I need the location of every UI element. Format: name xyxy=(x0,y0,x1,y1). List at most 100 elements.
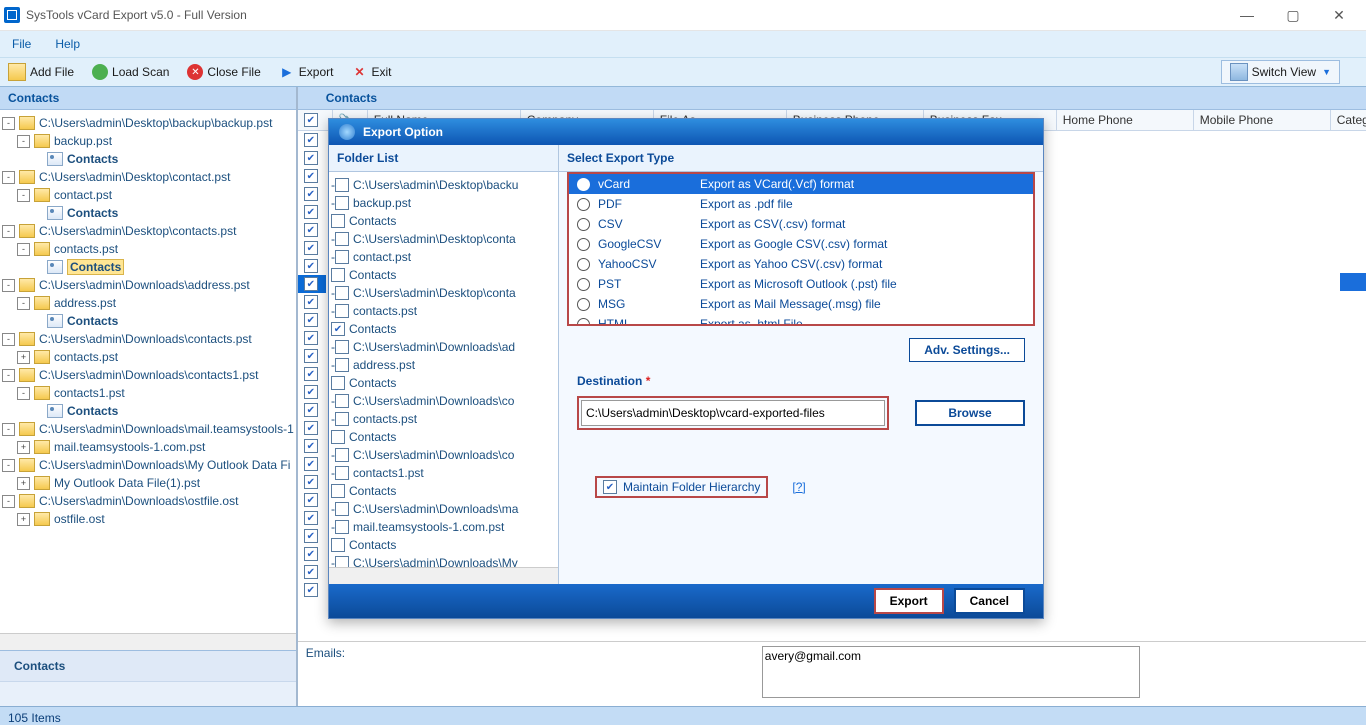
row-checkbox[interactable] xyxy=(304,277,318,291)
folder-tree-node[interactable]: - C:\Users\admin\Downloads\co xyxy=(331,446,556,464)
folder-checkbox[interactable] xyxy=(335,466,349,480)
tree-node[interactable]: Contacts xyxy=(2,312,294,330)
tree-toggle-icon[interactable]: - xyxy=(2,117,15,130)
tree-toggle-icon[interactable]: - xyxy=(17,189,30,202)
row-checkbox-cell[interactable] xyxy=(298,239,326,257)
row-checkbox-cell[interactable] xyxy=(298,545,326,563)
row-checkbox-cell[interactable] xyxy=(298,167,326,185)
close-button[interactable]: ✕ xyxy=(1316,0,1362,30)
tree-node[interactable]: -contacts1.pst xyxy=(2,384,294,402)
folder-tree-node[interactable]: - mail.teamsystools-1.com.pst xyxy=(331,518,556,536)
maintain-hierarchy-checkbox[interactable] xyxy=(603,480,617,494)
row-checkbox-cell[interactable] xyxy=(298,401,326,419)
folder-tree-node[interactable]: - contacts1.pst xyxy=(331,464,556,482)
row-checkbox-cell[interactable] xyxy=(298,185,326,203)
row-checkbox-cell[interactable] xyxy=(298,491,326,509)
emails-textarea[interactable] xyxy=(762,646,1140,698)
row-checkbox-cell[interactable] xyxy=(298,419,326,437)
row-checkbox[interactable] xyxy=(304,583,318,597)
row-checkbox-cell[interactable] xyxy=(298,149,326,167)
folder-tree-node[interactable]: - C:\Users\admin\Downloads\ma xyxy=(331,500,556,518)
folder-checkbox[interactable] xyxy=(335,286,349,300)
row-checkbox[interactable] xyxy=(304,259,318,273)
folder-checkbox[interactable] xyxy=(335,304,349,318)
row-checkbox-cell[interactable] xyxy=(298,383,326,401)
help-link[interactable]: [?] xyxy=(792,480,805,494)
tree-node[interactable]: Contacts xyxy=(2,402,294,420)
folder-tree-node[interactable]: - contacts.pst xyxy=(331,410,556,428)
tree-node[interactable]: -C:\Users\admin\Downloads\My Outlook Dat… xyxy=(2,456,294,474)
tree-toggle-icon[interactable]: - xyxy=(2,279,15,292)
column-header[interactable]: Home Phone xyxy=(1057,110,1194,130)
row-checkbox[interactable] xyxy=(304,241,318,255)
row-checkbox[interactable] xyxy=(304,313,318,327)
exit-button[interactable]: ✕Exit xyxy=(351,64,391,80)
nav-footer-contacts[interactable]: Contacts xyxy=(0,650,296,681)
row-checkbox-cell[interactable] xyxy=(298,437,326,455)
row-checkbox[interactable] xyxy=(304,367,318,381)
row-checkbox[interactable] xyxy=(304,565,318,579)
row-checkbox-cell[interactable] xyxy=(298,293,326,311)
tree-node[interactable]: +My Outlook Data File(1).pst xyxy=(2,474,294,492)
export-type-list[interactable]: vCardExport as VCard(.Vcf) formatPDFExpo… xyxy=(567,172,1035,326)
folder-tree-node[interactable]: Contacts xyxy=(331,320,556,338)
close-file-button[interactable]: ✕Close File xyxy=(187,64,260,80)
folder-tree-scrollbar[interactable] xyxy=(329,567,558,584)
tree-node[interactable]: -contacts.pst xyxy=(2,240,294,258)
tree-node[interactable]: -C:\Users\admin\Desktop\contact.pst xyxy=(2,168,294,186)
column-header[interactable]: Mobile Phone xyxy=(1194,110,1331,130)
add-file-button[interactable]: Add File xyxy=(8,63,74,81)
column-header[interactable]: Categories xyxy=(1331,110,1366,130)
row-checkbox-cell[interactable] xyxy=(298,581,326,599)
tree-node[interactable]: -backup.pst xyxy=(2,132,294,150)
folder-checkbox[interactable] xyxy=(335,394,349,408)
dialog-cancel-button[interactable]: Cancel xyxy=(954,588,1025,614)
adv-settings-button[interactable]: Adv. Settings... xyxy=(909,338,1025,362)
folder-tree-node[interactable]: Contacts xyxy=(331,536,556,554)
row-checkbox[interactable] xyxy=(304,187,318,201)
row-checkbox[interactable] xyxy=(304,421,318,435)
folder-checkbox[interactable] xyxy=(335,412,349,426)
row-checkbox-cell[interactable] xyxy=(298,203,326,221)
folder-checkbox[interactable] xyxy=(335,448,349,462)
row-checkbox-cell[interactable] xyxy=(298,131,326,149)
folder-checkbox[interactable] xyxy=(335,340,349,354)
folder-list-tree[interactable]: - C:\Users\admin\Desktop\backu- backup.p… xyxy=(329,172,558,584)
folder-tree-node[interactable]: Contacts xyxy=(331,212,556,230)
tree-node[interactable]: -C:\Users\admin\Desktop\contacts.pst xyxy=(2,222,294,240)
folder-tree-node[interactable]: Contacts xyxy=(331,482,556,500)
folder-tree-node[interactable]: - C:\Users\admin\Desktop\conta xyxy=(331,284,556,302)
tree-node[interactable]: +contacts.pst xyxy=(2,348,294,366)
row-checkbox[interactable] xyxy=(304,205,318,219)
tree-node[interactable]: -C:\Users\admin\Downloads\ostfile.ost xyxy=(2,492,294,510)
load-scan-button[interactable]: Load Scan xyxy=(92,64,169,80)
folder-tree-node[interactable]: - C:\Users\admin\Desktop\backu xyxy=(331,176,556,194)
tree-toggle-icon[interactable]: - xyxy=(2,369,15,382)
dialog-titlebar[interactable]: Export Option xyxy=(329,119,1043,145)
tree-node[interactable]: -address.pst xyxy=(2,294,294,312)
folder-tree-node[interactable]: - contact.pst xyxy=(331,248,556,266)
tree-toggle-icon[interactable]: - xyxy=(2,225,15,238)
row-checkbox[interactable] xyxy=(304,295,318,309)
row-checkbox[interactable] xyxy=(304,547,318,561)
folder-checkbox[interactable] xyxy=(335,196,349,210)
browse-button[interactable]: Browse xyxy=(915,400,1025,426)
row-checkbox-cell[interactable] xyxy=(298,509,326,527)
tree-toggle-icon[interactable]: - xyxy=(17,387,30,400)
folder-tree-node[interactable]: - backup.pst xyxy=(331,194,556,212)
row-checkbox-cell[interactable] xyxy=(298,455,326,473)
tree-toggle-icon[interactable]: - xyxy=(17,135,30,148)
tree-toggle-icon[interactable]: + xyxy=(17,477,30,490)
destination-input[interactable] xyxy=(581,400,885,426)
row-checkbox[interactable] xyxy=(304,475,318,489)
export-type-option[interactable]: vCardExport as VCard(.Vcf) format xyxy=(569,174,1033,194)
folder-checkbox[interactable] xyxy=(335,358,349,372)
row-checkbox[interactable] xyxy=(304,133,318,147)
folder-checkbox[interactable] xyxy=(331,322,345,336)
tree-node[interactable]: Contacts xyxy=(2,258,294,276)
export-type-option[interactable]: YahooCSVExport as Yahoo CSV(.csv) format xyxy=(569,254,1033,274)
tree-toggle-icon[interactable]: + xyxy=(17,351,30,364)
export-type-option[interactable]: CSVExport as CSV(.csv) format xyxy=(569,214,1033,234)
export-button[interactable]: ▶Export xyxy=(279,64,334,80)
tree-node[interactable]: -C:\Users\admin\Downloads\address.pst xyxy=(2,276,294,294)
